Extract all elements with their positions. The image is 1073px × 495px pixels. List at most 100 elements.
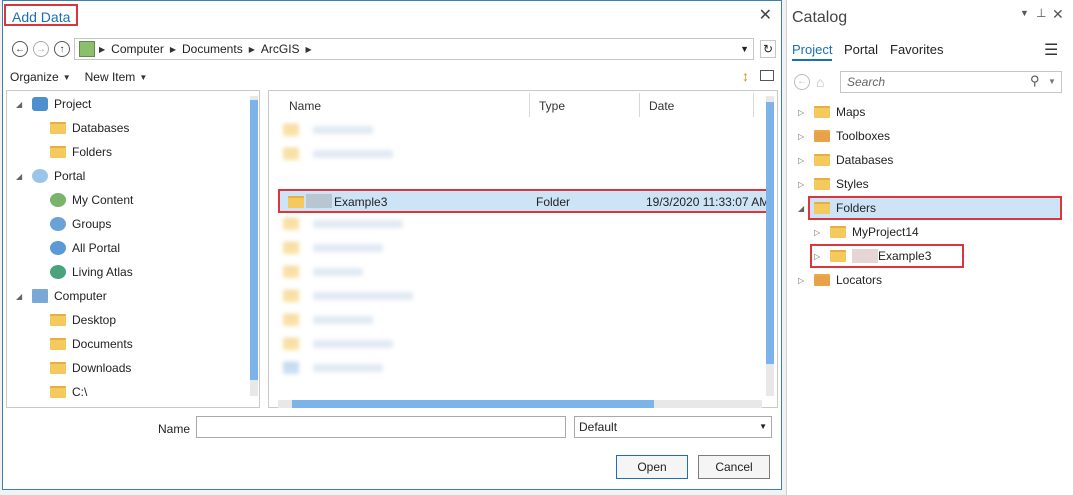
new-item-menu[interactable]: New Item ▼ — [85, 70, 148, 84]
pane-options-icon[interactable]: ▼ — [1020, 8, 1029, 18]
folder-icon — [50, 338, 66, 350]
catalog-item-myproject14[interactable]: ▷ MyProject14 — [814, 221, 919, 243]
nav-item-label: Databases — [72, 121, 130, 135]
home-folder-icon — [830, 226, 846, 238]
nav-item-all-portal[interactable]: All Portal — [50, 237, 120, 259]
folder-icon — [50, 314, 66, 326]
close-icon[interactable]: ✕ — [1052, 6, 1064, 23]
database-folder-icon — [50, 122, 66, 134]
expand-icon: ▷ — [798, 275, 805, 285]
cancel-button[interactable]: Cancel — [698, 455, 770, 479]
tab-project[interactable]: Project — [792, 42, 833, 61]
navigation-pane — [6, 90, 260, 408]
list-item[interactable] — [283, 215, 403, 233]
catalog-item-folders[interactable]: ◢ Folders — [798, 197, 876, 219]
search-icon[interactable]: ⚲ — [1030, 73, 1040, 89]
nav-item-label: Desktop — [72, 313, 117, 327]
nav-item-project[interactable]: ◢ Project — [16, 93, 91, 115]
catalog-item-styles[interactable]: ▷ Styles — [798, 173, 869, 195]
organize-menu[interactable]: Organize ▼ — [10, 70, 71, 84]
expand-icon: ▷ — [798, 131, 805, 141]
catalog-item-maps[interactable]: ▷ Maps — [798, 101, 865, 123]
database-folder-icon — [814, 154, 830, 166]
nav-item-databases[interactable]: Databases — [50, 117, 129, 139]
close-icon[interactable]: ✕ — [759, 5, 772, 25]
catalog-item-label: MyProject14 — [852, 225, 919, 239]
file-date-cell: 19/3/2020 11:33:07 AM — [646, 195, 766, 209]
column-divider[interactable] — [753, 93, 754, 117]
horizontal-scrollbar-thumb[interactable] — [292, 400, 654, 408]
view-options-icon[interactable] — [760, 70, 774, 81]
catalog-search-input[interactable]: Search — [840, 71, 1062, 93]
list-item[interactable] — [283, 145, 393, 163]
chevron-down-icon[interactable]: ▼ — [1048, 77, 1056, 86]
menu-icon[interactable]: ☰ — [1044, 40, 1058, 60]
tab-portal[interactable]: Portal — [844, 42, 878, 57]
nav-item-living-atlas[interactable]: Living Atlas — [50, 261, 133, 283]
column-header-type[interactable]: Type — [539, 95, 565, 117]
computer-icon — [32, 289, 48, 303]
nav-item-groups[interactable]: Groups — [50, 213, 111, 235]
chevron-down-icon: ▼ — [139, 72, 148, 82]
catalog-item-locators[interactable]: ▷ Locators — [798, 269, 882, 291]
list-item[interactable] — [283, 287, 413, 305]
nav-item-computer[interactable]: ◢ Computer — [16, 285, 107, 307]
list-item[interactable] — [283, 335, 393, 353]
catalog-item-toolboxes[interactable]: ▷ Toolboxes — [798, 125, 890, 147]
sort-icon[interactable]: ↕ — [742, 68, 749, 84]
chevron-down-icon: ▼ — [759, 422, 767, 431]
column-divider[interactable] — [529, 93, 530, 117]
breadcrumb-item[interactable]: Documents — [182, 42, 243, 56]
expand-icon: ◢ — [16, 171, 23, 181]
nav-item-label: All Portal — [72, 241, 121, 255]
column-header-name[interactable]: Name — [289, 95, 321, 117]
pin-icon[interactable]: ⊥ — [1036, 6, 1046, 20]
nav-scrollbar-thumb[interactable] — [250, 100, 258, 380]
breadcrumb-item[interactable]: Computer — [111, 42, 164, 56]
list-item[interactable] — [283, 359, 383, 377]
folder-icon — [50, 362, 66, 374]
name-input[interactable] — [196, 416, 566, 438]
forward-button[interactable]: → — [33, 41, 49, 57]
vertical-scrollbar-thumb[interactable] — [766, 102, 774, 364]
back-button[interactable]: ← — [12, 41, 28, 57]
table-row-selected[interactable]: Example3 Folder 19/3/2020 11:33:07 AM — [278, 189, 768, 213]
catalog-item-example3[interactable]: ▷ Example3 — [814, 245, 931, 267]
nav-item-label: Downloads — [72, 361, 132, 375]
nav-item-desktop[interactable]: Desktop — [50, 309, 116, 331]
back-icon[interactable]: ← — [794, 74, 810, 90]
column-divider[interactable] — [639, 93, 640, 117]
filter-select[interactable]: Default ▼ — [574, 416, 772, 438]
up-button[interactable]: ↑ — [54, 41, 70, 57]
open-button[interactable]: Open — [616, 455, 688, 479]
list-item[interactable] — [283, 239, 383, 257]
tab-favorites[interactable]: Favorites — [890, 42, 943, 57]
nav-item-downloads[interactable]: Downloads — [50, 357, 131, 379]
breadcrumb-item[interactable]: ArcGIS — [261, 42, 300, 56]
list-item[interactable] — [283, 121, 373, 139]
list-item[interactable] — [283, 311, 373, 329]
nav-item-my-content[interactable]: My Content — [50, 189, 133, 211]
nav-item-documents[interactable]: Documents — [50, 333, 133, 355]
location-icon — [79, 41, 95, 57]
toolbox-folder-icon — [814, 130, 830, 142]
refresh-icon[interactable]: ↻ — [760, 40, 776, 58]
chevron-down-icon: ▼ — [62, 72, 71, 82]
nav-item-c-drive[interactable]: C:\ — [50, 381, 87, 403]
breadcrumb-separator-icon: ▶ — [99, 44, 106, 54]
address-bar[interactable]: ▶ Computer ▶ Documents ▶ ArcGIS ▶ ▼ — [74, 38, 754, 60]
expand-icon: ▷ — [798, 179, 805, 189]
column-header-date[interactable]: Date — [649, 95, 674, 117]
history-dropdown-icon[interactable]: ▼ — [740, 44, 749, 54]
catalog-item-label: Example3 — [878, 249, 932, 263]
folder-icon — [288, 196, 304, 208]
nav-item-portal[interactable]: ◢ Portal — [16, 165, 85, 187]
breadcrumb-separator-icon: ▶ — [248, 44, 255, 54]
catalog-item-databases[interactable]: ▷ Databases — [798, 149, 893, 171]
nav-item-folders[interactable]: Folders — [50, 141, 112, 163]
nav-item-label: Living Atlas — [72, 265, 133, 279]
catalog-item-label: Folders — [836, 201, 877, 215]
expand-icon: ▷ — [798, 155, 805, 165]
list-item[interactable] — [283, 263, 363, 281]
home-icon[interactable]: ⌂ — [816, 74, 824, 90]
